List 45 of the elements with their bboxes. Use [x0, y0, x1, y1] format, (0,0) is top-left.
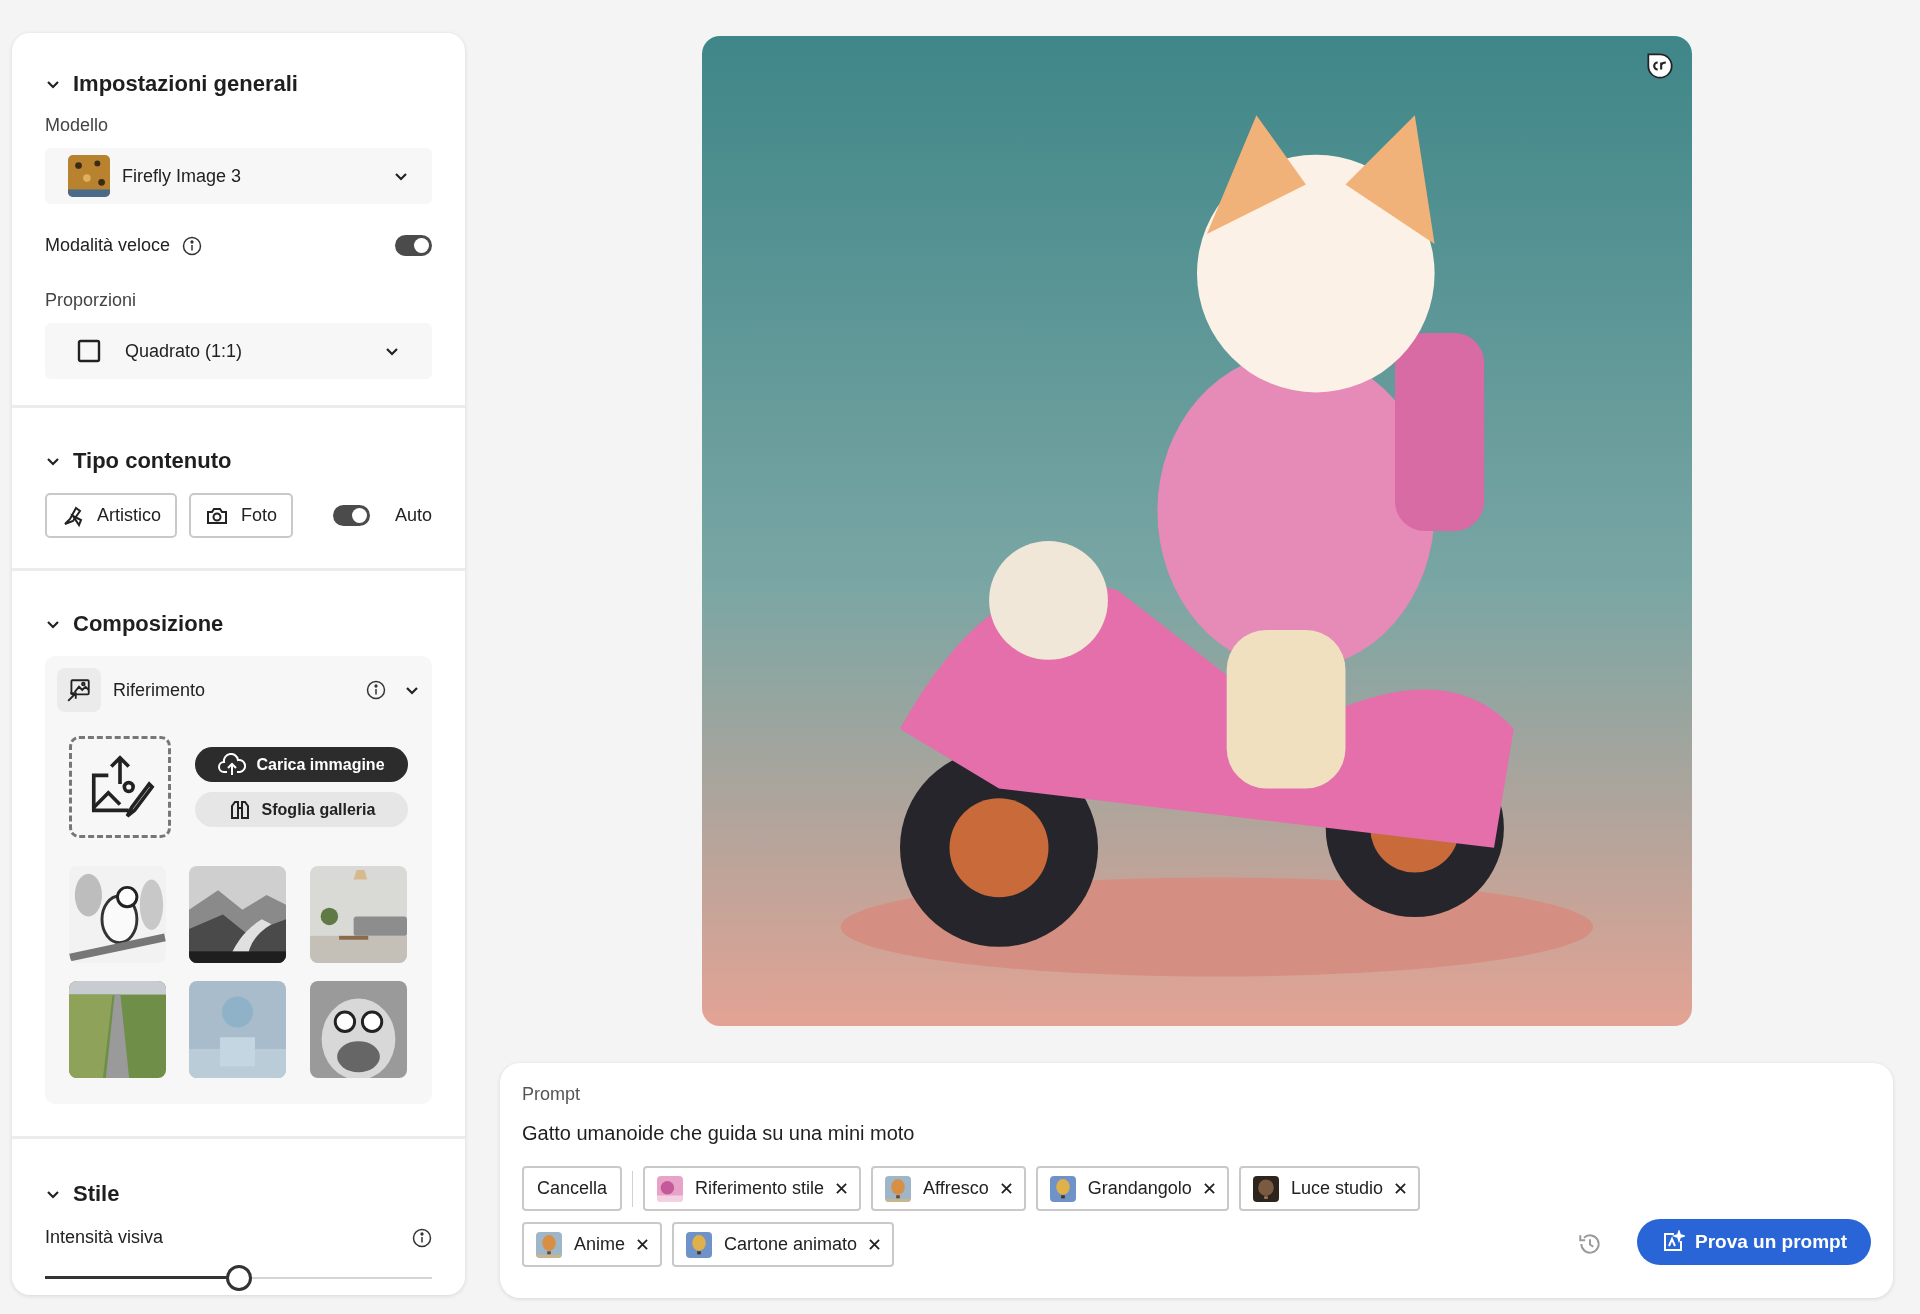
info-icon[interactable] [412, 1227, 432, 1248]
model-dropdown[interactable]: Firefly Image 3 [45, 148, 432, 204]
prompt-field[interactable]: Gatto umanoide che guida su una mini moto [522, 1118, 1871, 1148]
field-label: Intensità visiva [45, 1226, 165, 1249]
style-tag[interactable]: Luce studio [1238, 1166, 1420, 1211]
style-tag[interactable]: Cartone animato [672, 1222, 895, 1267]
prompt-label: Prompt [522, 1083, 582, 1106]
close-icon[interactable] [869, 1239, 881, 1250]
history-icon[interactable] [1577, 1231, 1603, 1257]
section-header[interactable]: Impostazioni generali [45, 67, 432, 100]
section-header[interactable]: Tipo contenuto [45, 444, 432, 477]
close-icon[interactable] [836, 1183, 848, 1194]
content-type-button[interactable]: Foto [189, 493, 294, 538]
field-label: Proporzioni [45, 289, 138, 312]
upload-button[interactable]: Carica immagine [195, 747, 408, 782]
ratio-dropdown[interactable]: Quadrato (1:1) [45, 323, 432, 379]
style-tag[interactable]: Affresco [871, 1166, 1026, 1211]
reference-label: Riferimento [113, 678, 207, 702]
square-icon [77, 339, 101, 363]
close-icon[interactable] [1394, 1183, 1406, 1194]
content-type-button[interactable]: Artistico [45, 493, 177, 538]
slider-thumb[interactable] [225, 1265, 252, 1291]
clear-button[interactable]: Cancella [522, 1166, 623, 1211]
section-header[interactable]: Composizione [45, 607, 432, 640]
intensity-slider[interactable] [45, 1265, 432, 1291]
toggle-switch[interactable] [332, 505, 370, 526]
gallery-button[interactable]: Sfoglia galleria [195, 792, 408, 827]
info-icon[interactable] [182, 235, 203, 256]
close-icon[interactable] [1203, 1183, 1215, 1194]
style-tag[interactable]: Riferimento stile [643, 1166, 862, 1211]
close-icon[interactable] [1000, 1183, 1012, 1194]
reference-image-icon [57, 668, 101, 712]
field-label: Modalità veloce [45, 234, 171, 257]
style-tag[interactable]: Grandangolo [1035, 1166, 1229, 1211]
try-prompt-button[interactable]: Prova un prompt [1637, 1219, 1871, 1265]
info-icon[interactable] [366, 680, 386, 700]
style-tag[interactable]: Anime [522, 1222, 663, 1267]
toggle-switch[interactable] [395, 235, 432, 256]
upload-dropzone[interactable] [69, 736, 171, 838]
toggle-label: Auto [394, 504, 432, 527]
field-label: Modello [45, 114, 110, 137]
close-icon[interactable] [637, 1239, 649, 1250]
section-header[interactable]: Stile [45, 1177, 432, 1210]
sparkle-edit-icon [1661, 1230, 1685, 1254]
cloud-upload-icon [218, 752, 247, 777]
